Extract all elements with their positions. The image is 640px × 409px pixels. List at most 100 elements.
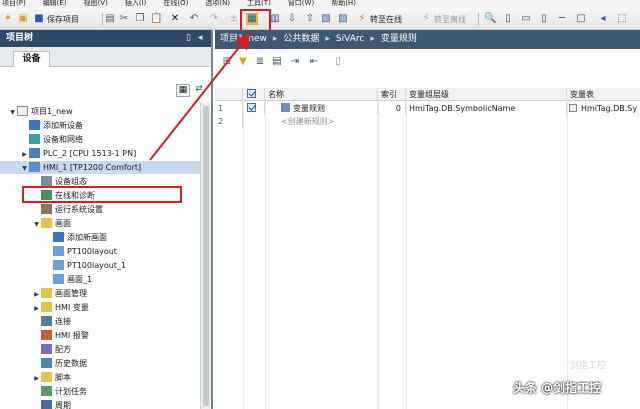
import-icon[interactable]: ⇥ [289,56,301,68]
tab-devices[interactable]: 设备 [13,51,50,67]
search-icon[interactable]: ⬚ [616,12,630,26]
add-row-icon[interactable]: ⊞ [221,56,233,68]
breadcrumb-item[interactable]: 项目1_new [220,34,267,44]
menu-item-4[interactable]: 在线(O) [163,0,188,7]
tree-item[interactable]: 画面_1 [0,273,200,286]
expand-toggle-icon[interactable]: ▼ [8,106,17,119]
expand-toggle-icon[interactable]: ▶ [32,288,41,301]
tree-item[interactable]: 连接 [0,315,200,328]
compile-icon[interactable]: ▥ [269,12,283,26]
export-icon[interactable]: ⇤ [308,56,320,68]
open-project-icon[interactable]: ▣ [17,12,31,26]
copy-icon[interactable]: ❐ [134,12,148,26]
print-icon[interactable]: ▤ [104,12,118,26]
undo-icon[interactable]: ↶ [188,12,202,26]
go-online-button[interactable]: ⚡ 转至在线 [356,12,402,26]
tree-item-label: HMI_1 [TP1200 Comfort] [43,163,142,172]
expand-toggle-icon[interactable]: ▶ [32,372,41,385]
rule-tag-group-cell[interactable]: HmiTag.DB.SymbolicName [406,102,567,115]
header-checkbox[interactable] [247,89,256,98]
tag-table-picker-icon[interactable] [569,103,577,112]
add-rule-row[interactable]: 2 <创建新规则> [215,115,640,128]
simulation-icon[interactable]: ▧ [320,12,334,26]
device-config-icon [41,175,52,186]
redo-icon[interactable]: ↷ [208,12,222,26]
tree-item[interactable]: HMI 报警 [0,329,200,342]
download-icon[interactable]: ⇩ [286,12,300,26]
tree-item[interactable]: ▶ PLC_2 [CPU 1513-1 PN] [0,147,200,160]
menu-item-7[interactable]: 窗口(W) [288,0,314,7]
menu-item-3[interactable]: 插入(I) [125,0,147,7]
tree-item[interactable]: 周期 [0,399,200,409]
tree-item[interactable]: 历史数据 [0,357,200,370]
breadcrumb-item[interactable]: 变量规则 [381,34,417,44]
filter-icon[interactable]: ▼ [237,56,249,68]
tree-tabstrip: 设备 [0,47,211,80]
menu-item-5[interactable]: 选项(N) [205,0,230,7]
expand-toggle-icon[interactable]: ▼ [32,218,41,231]
tree-item[interactable]: ▶ 脚本 [0,371,200,384]
add-rule-placeholder[interactable]: <创建新规则> [265,115,378,128]
expand-all-icon[interactable]: ≣ [254,56,266,68]
tree-item[interactable]: 设备和网络 [0,133,200,146]
tree-item[interactable]: 计划任务 [0,385,200,398]
table-row[interactable]: 1 变量规则 0 HmiTag.DB.SymbolicName HmiTag.D… [215,102,640,115]
rule-tag-table: HmiTag.DB.Sy [581,104,638,113]
tree-item-label: 配方 [55,345,71,354]
tree-scrollbar[interactable] [200,102,211,409]
paste-icon[interactable]: 📋 [150,12,164,26]
cut-icon[interactable]: ✂ [118,12,132,26]
tree-detail-icon[interactable]: ⇄ [192,84,206,97]
upload-icon[interactable]: ⇧ [304,12,318,26]
tree-item[interactable]: 配方 [0,343,200,356]
tree-item[interactable]: ▼ 项目1_new [0,105,200,118]
highlight-hmi-box [22,186,182,203]
row-checkbox[interactable] [247,103,256,112]
expand-toggle-icon[interactable]: ▼ [20,162,29,175]
column-index[interactable]: 索引 [378,88,406,101]
panel-collapse-icon[interactable]: ◂ [198,30,203,47]
minimize-icon[interactable]: ─ [556,12,570,26]
toolbar-more-icon[interactable]: ◂ [597,12,611,26]
tree-item-label: 画面 [55,219,71,228]
tree-item[interactable]: ▼ HMI_1 [TP1200 Comfort] [0,161,200,174]
go-offline-button[interactable]: ⚡ 转至离线 [420,12,466,26]
tree-item[interactable]: 添加新设备 [0,119,200,132]
split-vertical-icon[interactable]: ▯ [538,12,552,26]
tree-item[interactable]: PT100layout_1 [0,259,200,272]
cross-reference-icon[interactable]: ▯ [502,12,516,26]
menu-item-2[interactable]: 视图(V) [84,0,108,7]
breadcrumb-item[interactable]: SiVArc [336,34,364,44]
tree-item[interactable]: PT100layout [0,245,200,258]
column-name[interactable]: 名称 [265,88,378,101]
menu-item-6[interactable]: 工具(T) [247,0,271,7]
accessible-devices-icon[interactable]: 🔍 [484,12,498,26]
delete-icon[interactable]: ✕ [169,12,183,26]
tree-item[interactable]: ▶ 画面管理 [0,287,200,300]
layout-icon[interactable]: ▢ [575,12,589,26]
rule-name-cell[interactable]: 变量规则 [265,102,378,115]
stop-simulation-icon[interactable]: ▨ [337,12,351,26]
menu-item-0[interactable]: 项目(P) [2,0,26,7]
expand-toggle-icon[interactable]: ▶ [32,302,41,315]
tree-item[interactable]: 运行系统设置 [0,203,200,216]
expand-toggle-icon[interactable]: ▶ [20,148,29,161]
breadcrumb-item[interactable]: 公共数据 [283,34,319,44]
rule-tag-table-cell[interactable]: HmiTag.DB.Sy [567,102,640,115]
column-tag-group[interactable]: 变量组层级 [406,88,567,101]
tree-item[interactable]: 添加新画面 [0,231,200,244]
collapse-all-icon[interactable]: ▤ [271,56,283,68]
properties-icon[interactable]: ▯ [332,56,344,68]
panel-pin-icon[interactable]: ▯ [186,30,191,47]
add-screen-icon [53,231,64,242]
menu-item-8[interactable]: 帮助(H) [331,0,356,7]
save-project-button[interactable]: ■ 保存项目 [33,12,79,26]
column-tag-table[interactable]: 变量表 [567,88,640,101]
menu-item-1[interactable]: 编辑(E) [43,0,67,7]
tree-item[interactable]: ▶ HMI 变量 [0,301,200,314]
tree-view-icon[interactable]: ▦ [176,84,190,97]
tree-item[interactable]: ▼ 画面 [0,217,200,230]
new-project-icon[interactable]: ✦ [2,12,16,26]
split-horizontal-icon[interactable]: ▭ [520,12,534,26]
project-tree-title: 项目树 [6,33,34,43]
